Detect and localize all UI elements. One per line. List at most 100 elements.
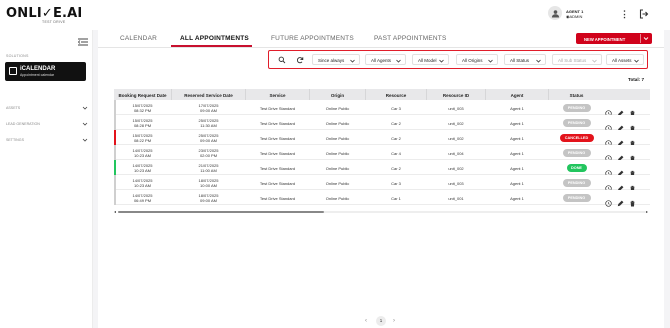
model-filter-value: All Model (418, 58, 437, 63)
page-number[interactable]: 1 (376, 316, 386, 326)
status-badge: PENDING (562, 178, 591, 187)
table-row[interactable]: 15/07/2025 08:22 PM 25/07/2025 09:00 AM Test… (114, 130, 650, 147)
more-menu-icon[interactable]: ⋮ (620, 9, 629, 19)
status-badge: PENDING (562, 148, 591, 157)
edit-icon[interactable] (617, 104, 624, 117)
cell-resource-id: unit_002 (448, 120, 464, 126)
column-header-service-date[interactable]: Reserved Service Date (172, 93, 245, 98)
sidebar-item-icalendar[interactable]: iCALENDAR Appointment calendar (5, 62, 86, 81)
cell-resource-id: unit_004 (448, 150, 464, 156)
column-header-resource[interactable]: Resource (366, 93, 426, 98)
sidebar-item-lead-generation[interactable]: LEAD GENERATION (6, 120, 88, 128)
top-bar: ONLI✓E.AI TEST DRIVE AGENT 1 ◉ADMIN ⋮ (0, 0, 670, 30)
logout-icon[interactable] (639, 9, 649, 19)
agents-filter-select[interactable]: All Agents (365, 54, 406, 65)
cell-resource-id: unit_001 (448, 195, 464, 201)
tab-future-appointments[interactable]: FUTURE APPOINTMENTS (271, 35, 354, 42)
sub-status-filter-select: All Sub Status (552, 54, 602, 65)
view-details-icon[interactable] (605, 134, 612, 147)
column-header-agent[interactable]: Agent (486, 93, 548, 98)
cell-service-date: 21/07/2025 11:00 AM (172, 163, 245, 173)
cell-service-date-time: 11:00 AM (200, 167, 217, 173)
delete-icon[interactable] (629, 149, 636, 162)
cell-booking-date-time: 08:28 PM (133, 122, 152, 128)
delete-icon[interactable] (629, 104, 636, 117)
refresh-icon[interactable] (296, 56, 304, 64)
view-details-icon[interactable] (605, 179, 612, 192)
cell-booking-date-time: 08:22 PM (133, 137, 152, 143)
search-icon[interactable] (278, 56, 286, 64)
view-details-icon[interactable] (605, 164, 612, 177)
column-header-resource-id[interactable]: Resource ID (427, 93, 485, 98)
cell-booking-date: 15/07/2025 08:22 PM (114, 133, 171, 143)
new-appointment-button[interactable]: NEW APPOINTMENT (576, 33, 652, 44)
chevron-down-icon[interactable] (643, 36, 649, 41)
delete-icon[interactable] (629, 179, 636, 192)
column-header-origin[interactable]: Origin (310, 93, 365, 98)
edit-icon[interactable] (617, 179, 624, 192)
delete-icon[interactable] (629, 119, 636, 132)
delete-icon[interactable] (629, 134, 636, 147)
tab-all-appointments[interactable]: ALL APPOINTMENTS (180, 35, 249, 42)
edit-icon[interactable] (617, 119, 624, 132)
table-row[interactable]: 14/07/2025 06:49 PM 18/07/2025 09:00 AM Test… (114, 190, 650, 207)
sidebar-item-assets[interactable]: ASSETS (6, 104, 88, 112)
delete-icon[interactable] (629, 164, 636, 177)
edit-icon[interactable] (617, 194, 624, 207)
active-tab-indicator (171, 45, 252, 47)
status-filter-value: All Status (510, 58, 530, 63)
cell-service-date-time: 11:30 AM (200, 122, 217, 128)
cell-booking-date-time: 10:23 AM (134, 182, 151, 188)
chevron-down-icon (439, 59, 444, 63)
since-filter-select[interactable]: Since always (312, 54, 360, 65)
tab-past-appointments[interactable]: PAST APPOINTMENTS (374, 35, 447, 42)
table-row[interactable]: 14/07/2025 10:23 AM 21/07/2025 11:00 AM Test… (114, 160, 650, 177)
delete-icon[interactable] (629, 194, 636, 207)
view-details-icon[interactable] (605, 149, 612, 162)
view-details-icon[interactable] (605, 104, 612, 117)
table-row[interactable]: 14/07/2025 10:23 AM 18/07/2025 10:00 AM Test… (114, 175, 650, 192)
sidebar-card-subtitle: Appointment calendar (20, 73, 55, 77)
column-header-booking-date[interactable]: Booking Request Date (114, 93, 171, 98)
cell-agent: Agent 1 (510, 195, 524, 201)
cell-booking-date-time: 10:23 AM (134, 152, 151, 158)
cell-origin: Online Public (325, 120, 350, 126)
previous-page-icon[interactable]: ‹ (365, 318, 367, 324)
table-row[interactable]: 14/07/2025 10:23 AM 23/07/2025 02:00 PM Test… (114, 145, 650, 162)
sidebar-item-label: ASSETS (6, 106, 21, 110)
column-header-service[interactable]: Service (246, 93, 309, 98)
assets-filter-select[interactable]: All Assets (606, 54, 644, 65)
sidebar-item-settings[interactable]: SETTINGS (6, 136, 88, 144)
cell-service-date-time: 02:00 PM (199, 152, 218, 158)
edit-icon[interactable] (617, 164, 624, 177)
cell-agent: Agent 1 (510, 165, 524, 171)
scrollbar-thumb[interactable] (118, 211, 324, 213)
model-filter-select[interactable]: All Model (412, 54, 449, 65)
horizontal-scrollbar[interactable]: ◂ ▸ (114, 210, 650, 214)
cell-service-date-time: 09:00 AM (200, 197, 217, 203)
cell-service: Test Drive Standard (259, 105, 296, 111)
table-row[interactable]: 15/07/2025 08:28 PM 25/07/2025 11:30 AM Test… (114, 115, 650, 132)
cell-booking-date: 14/07/2025 10:23 AM (114, 148, 171, 158)
view-details-icon[interactable] (605, 119, 612, 132)
status-filter-select[interactable]: All Status (504, 54, 546, 65)
cell-service: Test Drive Standard (259, 135, 296, 141)
next-page-icon[interactable]: › (393, 318, 395, 324)
view-details-icon[interactable] (605, 194, 612, 207)
scroll-right-icon[interactable]: ▸ (646, 210, 650, 214)
chevron-down-icon (82, 138, 88, 142)
cell-agent: Agent 1 (510, 105, 524, 111)
agents-filter-value: All Agents (371, 58, 392, 63)
edit-icon[interactable] (617, 134, 624, 147)
chevron-down-icon (82, 106, 88, 110)
user-avatar-icon[interactable] (548, 6, 562, 20)
column-header-status[interactable]: Status (549, 93, 604, 98)
chevron-down-icon (82, 122, 88, 126)
tab-calendar[interactable]: CALENDAR (120, 35, 157, 42)
chevron-down-icon (592, 59, 597, 63)
origins-filter-select[interactable]: All Origins (456, 54, 498, 65)
edit-icon[interactable] (617, 149, 624, 162)
cell-service: Test Drive Standard (259, 180, 296, 186)
collapse-sidebar-icon[interactable] (78, 38, 88, 46)
table-row[interactable]: 15/07/2025 08:32 PM 17/07/2025 09:00 AM Test… (114, 100, 650, 117)
